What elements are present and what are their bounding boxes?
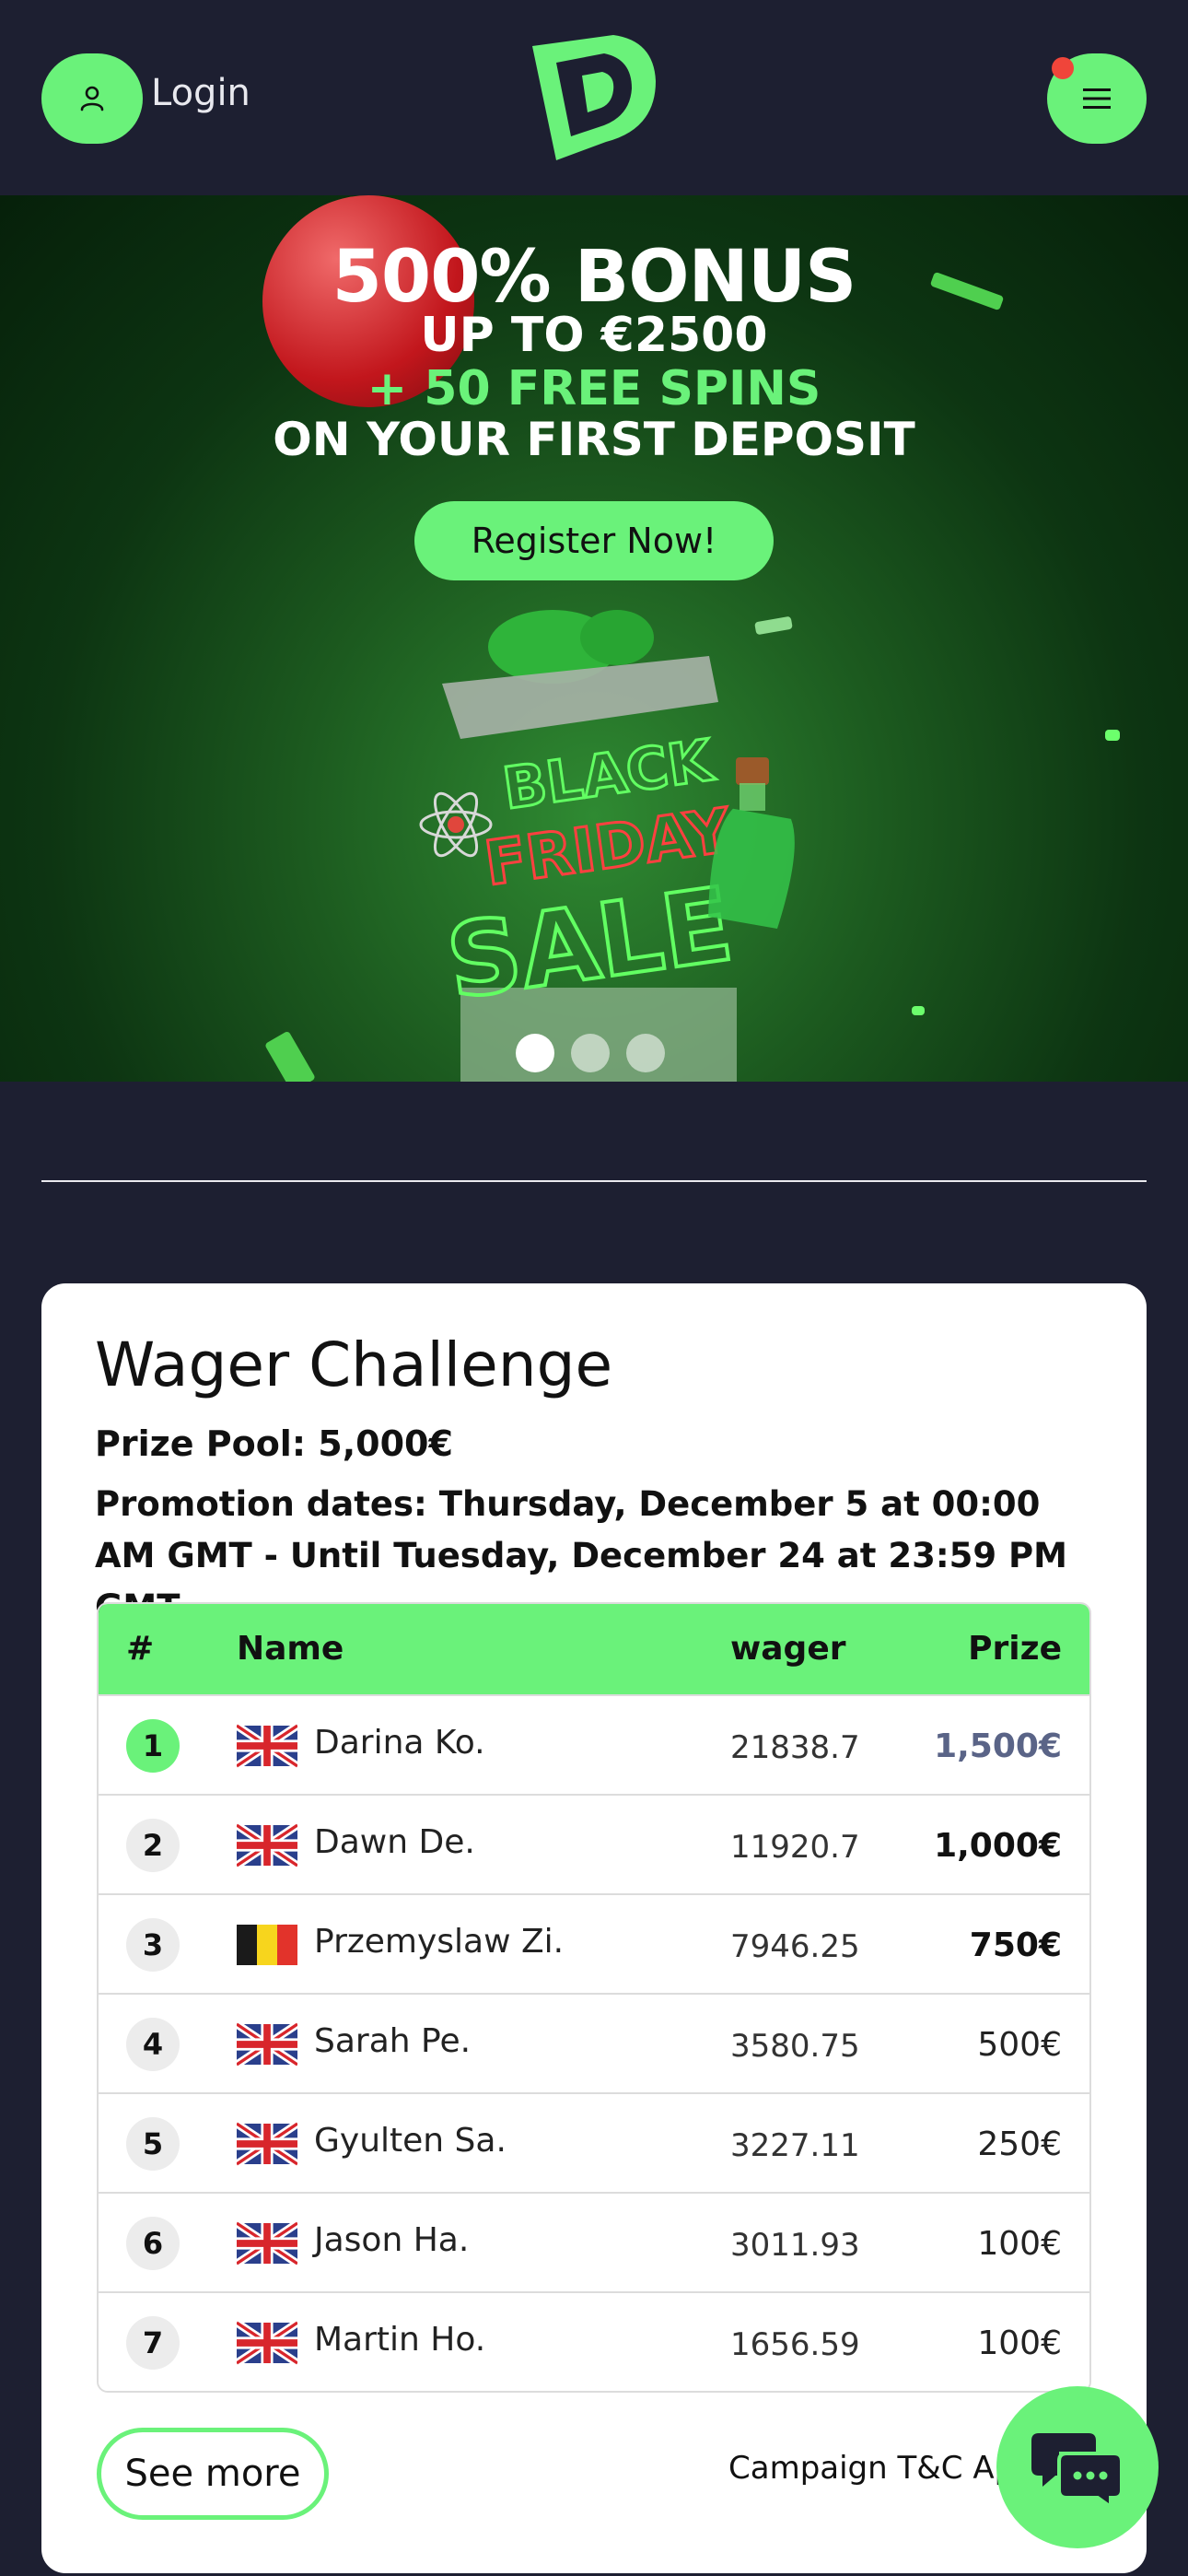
player-name: Gyulten Sa. [314,2122,507,2160]
prize-pool: Prize Pool: 5,000€ [95,1423,453,1464]
wager-value: 1656.59 [730,2326,860,2363]
promo-deposit-line: ON YOUR FIRST DEPOSIT [273,413,915,466]
rank-badge: 2 [126,1819,180,1872]
table-row: 5 Gyulten Sa. 3227.11 250€ [99,2092,1089,2192]
wager-value: 3011.93 [730,2227,860,2264]
rank-badge: 6 [126,2217,180,2270]
casino-d-logo-icon[interactable] [525,33,663,166]
uk-flag-icon [237,2219,297,2267]
prize-value: 250€ [977,2125,1062,2163]
wager-challenge-card: Wager Challenge Prize Pool: 5,000€ Promo… [41,1283,1147,2573]
rank-badge: 3 [126,1918,180,1972]
prize-value: 750€ [969,1926,1062,1964]
notification-dot [1052,57,1074,79]
confetti-decoration [912,1006,925,1015]
table-row: 1 Darina Ko. 21838.7 1,500€ [99,1694,1089,1794]
user-icon [80,86,104,111]
table-row: 7 Martin Ho. 1656.59 100€ [99,2291,1089,2391]
player-name: Sarah Pe. [314,2022,472,2060]
promo-headline: 500% BONUS [332,236,857,319]
confetti-decoration [264,1030,316,1082]
rank-badge: 7 [126,2316,180,2370]
hamburger-icon [1083,88,1111,109]
belgium-flag-icon [237,1921,297,1969]
table-row: 4 Sarah Pe. 3580.75 500€ [99,1993,1089,2092]
table-header: # Name wager Prize [99,1604,1089,1694]
promo-banner[interactable]: 500% BONUS UP TO €2500 + 50 FREE SPINS O… [0,195,1188,1082]
player-name: Dawn De. [314,1823,475,1861]
prize-value: 1,000€ [934,1827,1062,1865]
confetti-decoration [1105,730,1120,741]
atom-icon [419,791,493,858]
rank-badge: 5 [126,2117,180,2171]
promo-subline: UP TO €2500 [420,308,768,363]
prize-value: 500€ [977,2026,1062,2064]
uk-flag-icon [237,2020,297,2068]
player-name: Martin Ho. [314,2321,486,2359]
promo-free-spins: + 50 FREE SPINS [367,361,821,416]
header-name: Name [237,1630,344,1668]
register-now-button[interactable]: Register Now! [414,501,774,580]
rank-badge: 4 [126,2018,180,2071]
uk-flag-icon [237,2319,297,2367]
prize-value: 1,500€ [934,1727,1062,1765]
player-name: Darina Ko. [314,1724,485,1762]
carousel-dot[interactable] [516,1034,554,1072]
login-label[interactable]: Login [151,72,250,114]
wager-value: 3227.11 [730,2127,860,2164]
header-wager: wager [730,1630,846,1668]
prize-value: 100€ [977,2225,1062,2263]
prize-value: 100€ [977,2324,1062,2362]
table-row: 2 Dawn De. 11920.7 1,000€ [99,1794,1089,1893]
login-button[interactable] [41,53,143,144]
uk-flag-icon [237,1722,297,1770]
uk-flag-icon [237,2120,297,2168]
table-row: 3 Przemyslaw Zi. 7946.25 750€ [99,1893,1089,1993]
section-divider [41,1180,1147,1182]
potion-bottle-illustration [708,757,795,930]
wager-value: 3580.75 [730,2028,860,2065]
see-more-button[interactable]: See more [97,2428,329,2520]
challenge-title: Wager Challenge [95,1329,613,1400]
header-rank: # [126,1630,155,1668]
chat-button[interactable] [996,2386,1159,2548]
leaderboard-table: # Name wager Prize 1 Darina Ko. 21838.7 … [97,1602,1091,2393]
rank-badge: 1 [126,1719,180,1773]
wager-value: 7946.25 [730,1928,860,1965]
player-name: Przemyslaw Zi. [314,1923,565,1961]
carousel-dot[interactable] [571,1034,610,1072]
carousel-dots [516,1034,672,1072]
top-header: Login [0,0,1188,195]
carousel-dot[interactable] [626,1034,665,1072]
wager-value: 21838.7 [730,1729,860,1766]
table-row: 6 Jason Ha. 3011.93 100€ [99,2192,1089,2291]
chat-bubbles-icon [1031,2433,1124,2509]
player-name: Jason Ha. [314,2221,470,2259]
wager-value: 11920.7 [730,1829,860,1866]
uk-flag-icon [237,1821,297,1869]
header-prize: Prize [968,1630,1062,1668]
